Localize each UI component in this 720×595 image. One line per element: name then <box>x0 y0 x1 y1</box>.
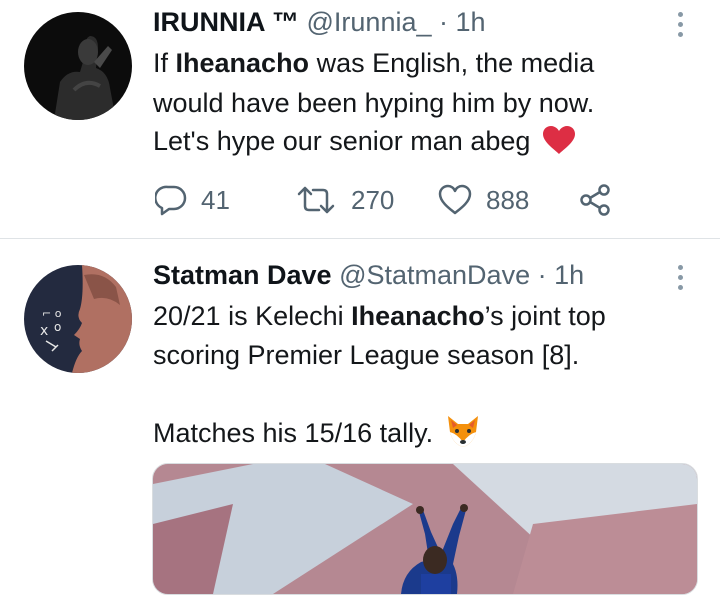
timestamp[interactable]: · 1h <box>538 260 585 290</box>
fox-face-icon <box>445 414 481 458</box>
display-name[interactable]: IRUNNIA ™ <box>153 7 299 37</box>
svg-text:x: x <box>40 323 48 339</box>
retweet-icon <box>297 186 335 214</box>
tweet-media-photo[interactable] <box>152 463 698 595</box>
tweet-text-line: would have been hyping him by now. <box>153 88 595 118</box>
reply-icon <box>155 185 187 216</box>
tweet-text-line: 20/21 is Kelechi Iheanacho’s joint top <box>153 301 606 331</box>
handle[interactable]: @Irunnia_ <box>307 7 432 37</box>
tweet-irunnia[interactable]: IRUNNIA ™ @Irunnia_ · 1h If Iheanacho wa… <box>0 0 720 238</box>
tweet-text-line: Matches his 15/16 tally. <box>153 414 481 458</box>
svg-text:o: o <box>54 320 61 334</box>
retweet-count: 270 <box>351 184 395 215</box>
more-options-icon[interactable] <box>670 263 690 293</box>
mention-bold: Iheanacho <box>175 48 310 78</box>
share-button[interactable] <box>578 178 612 222</box>
reply-count: 41 <box>201 184 230 215</box>
reply-button[interactable]: 41 <box>155 178 230 222</box>
timestamp[interactable]: · 1h <box>439 7 486 37</box>
tweet-header: Statman Dave @StatmanDave · 1h <box>153 259 584 291</box>
retweet-button[interactable]: 270 <box>295 178 394 222</box>
mention-bold: Iheanacho <box>351 301 485 331</box>
share-icon <box>580 184 610 216</box>
tweet-header: IRUNNIA ™ @Irunnia_ · 1h <box>153 6 486 38</box>
red-heart-icon <box>542 125 576 165</box>
handle[interactable]: @StatmanDave <box>339 260 530 290</box>
more-options-icon[interactable] <box>670 10 690 40</box>
avatar[interactable]: ⌐ o x o <box>24 265 132 373</box>
like-button[interactable]: 888 <box>438 178 529 222</box>
like-count: 888 <box>486 184 530 215</box>
tweet-text-line: scoring Premier League season [8]. <box>153 340 580 370</box>
tweet-text-line: If Iheanacho was English, the media <box>153 48 595 78</box>
display-name[interactable]: Statman Dave <box>153 260 332 290</box>
heart-icon <box>438 184 472 215</box>
svg-text:⌐ o: ⌐ o <box>42 307 62 320</box>
tweet-actions: 41 270 888 <box>153 178 623 222</box>
tweet-text-line: Let's hype our senior man abeg <box>153 122 576 165</box>
avatar[interactable] <box>24 12 132 120</box>
